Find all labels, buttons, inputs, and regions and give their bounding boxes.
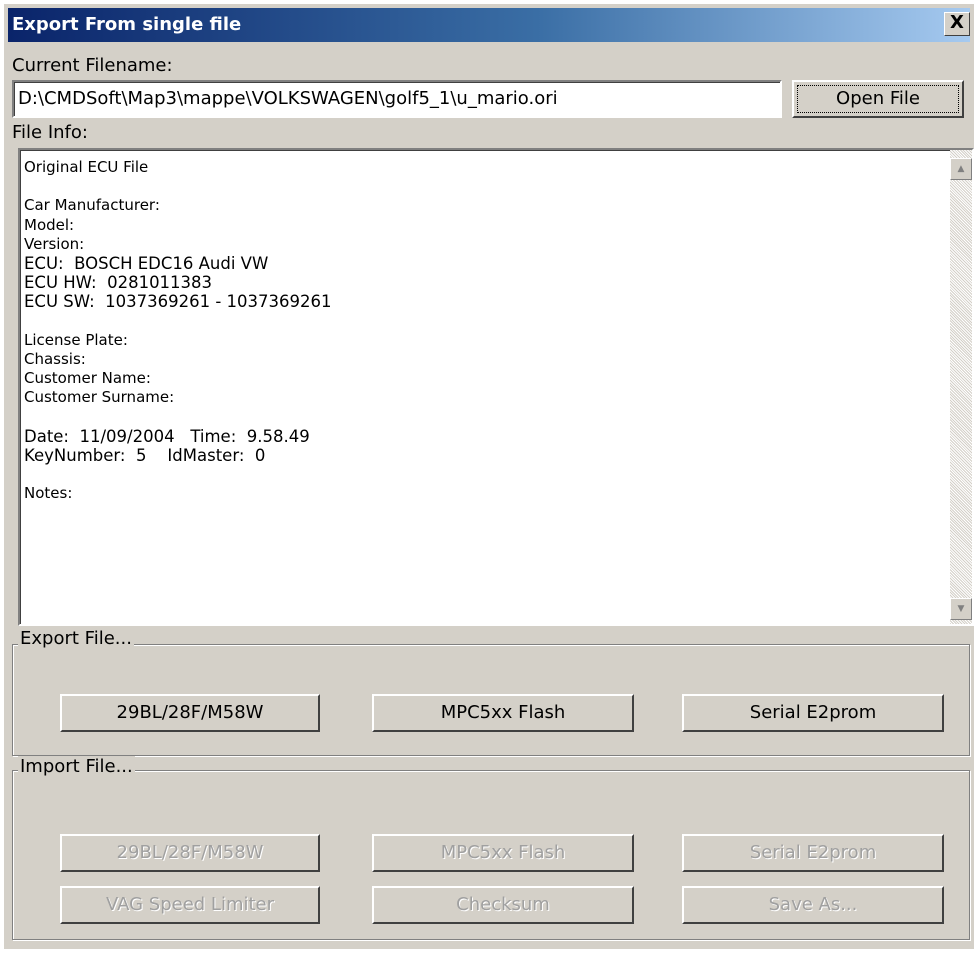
export-serial-e2prom-button[interactable]: Serial E2prom [682, 694, 944, 732]
file-info-line: Version: [24, 234, 85, 253]
file-info-line: Car Manufacturer: [24, 196, 160, 215]
import-serial-e2prom-button[interactable]: Serial E2prom [682, 834, 944, 872]
file-info-line: Original ECU File [24, 158, 149, 176]
close-button[interactable]: X [944, 12, 970, 36]
vag-speed-limiter-label: VAG Speed Limiter [105, 894, 275, 915]
export-mpc5xx-button[interactable]: MPC5xx Flash [372, 694, 634, 732]
file-info-line: Date: 11/09/2004 Time: 9.58.49 [24, 426, 310, 446]
checksum-label: Checksum [456, 894, 550, 915]
arrow-up-icon: ▲ [957, 164, 965, 174]
export-29bl-label: 29BL/28F/M58W [116, 702, 264, 723]
file-info-label: File Info: [12, 122, 88, 143]
file-info-box[interactable]: Original ECU File Car Manufacturer: Model:… [18, 148, 974, 626]
export-29bl-button[interactable]: 29BL/28F/M58W [60, 694, 320, 732]
file-info-line: Model: [24, 215, 75, 234]
file-info-line: KeyNumber: 5 IdMaster: 0 [24, 445, 266, 465]
save-as-button[interactable]: Save As... [682, 886, 944, 924]
file-info-line: ECU SW: 1037369261 - 1037369261 [24, 292, 332, 312]
file-info-text: Original ECU File Car Manufacturer: Model:… [24, 158, 948, 503]
file-info-line [24, 312, 948, 331]
close-icon: X [950, 12, 964, 33]
title-bar[interactable]: Export From single file X [8, 8, 970, 42]
file-info-line: Notes: [24, 484, 73, 503]
open-file-button[interactable]: Open File [792, 80, 964, 118]
arrow-down-icon: ▼ [957, 604, 965, 614]
scroll-down-button[interactable]: ▼ [950, 598, 972, 620]
file-info-line: Customer Name: [24, 369, 151, 388]
file-info-scrollbar[interactable]: ▲ ▼ [950, 150, 972, 624]
open-file-label: Open File [836, 88, 920, 109]
import-29bl-label: 29BL/28F/M58W [116, 842, 264, 863]
file-info-line: Chassis: [24, 349, 86, 368]
checksum-button[interactable]: Checksum [372, 886, 634, 924]
import-serial-e2prom-label: Serial E2prom [749, 842, 877, 863]
scroll-up-button[interactable]: ▲ [950, 158, 972, 180]
export-group-title: Export File... [18, 628, 134, 649]
save-as-label: Save As... [768, 894, 858, 915]
filename-value: D:\CMDSoft\Map3\mappe\VOLKSWAGEN\golf5_1… [18, 88, 558, 109]
vag-speed-limiter-button[interactable]: VAG Speed Limiter [60, 886, 320, 924]
export-mpc5xx-label: MPC5xx Flash [440, 702, 566, 723]
window-title: Export From single file [12, 14, 242, 35]
file-info-line [24, 407, 948, 426]
import-group-title: Import File... [18, 756, 135, 777]
import-mpc5xx-label: MPC5xx Flash [440, 842, 566, 863]
file-info-line: Customer Surname: [24, 388, 175, 407]
export-serial-e2prom-label: Serial E2prom [749, 702, 877, 723]
file-info-line: License Plate: [24, 330, 128, 349]
import-29bl-button[interactable]: 29BL/28F/M58W [60, 834, 320, 872]
current-filename-label: Current Filename: [12, 55, 173, 76]
file-info-line: ECU HW: 0281011383 [24, 273, 213, 293]
file-info-line: ECU: BOSCH EDC16 Audi VW [24, 253, 269, 273]
filename-field[interactable]: D:\CMDSoft\Map3\mappe\VOLKSWAGEN\golf5_1… [12, 80, 782, 118]
import-mpc5xx-button[interactable]: MPC5xx Flash [372, 834, 634, 872]
file-info-line [24, 177, 948, 196]
file-info-line [24, 465, 948, 484]
